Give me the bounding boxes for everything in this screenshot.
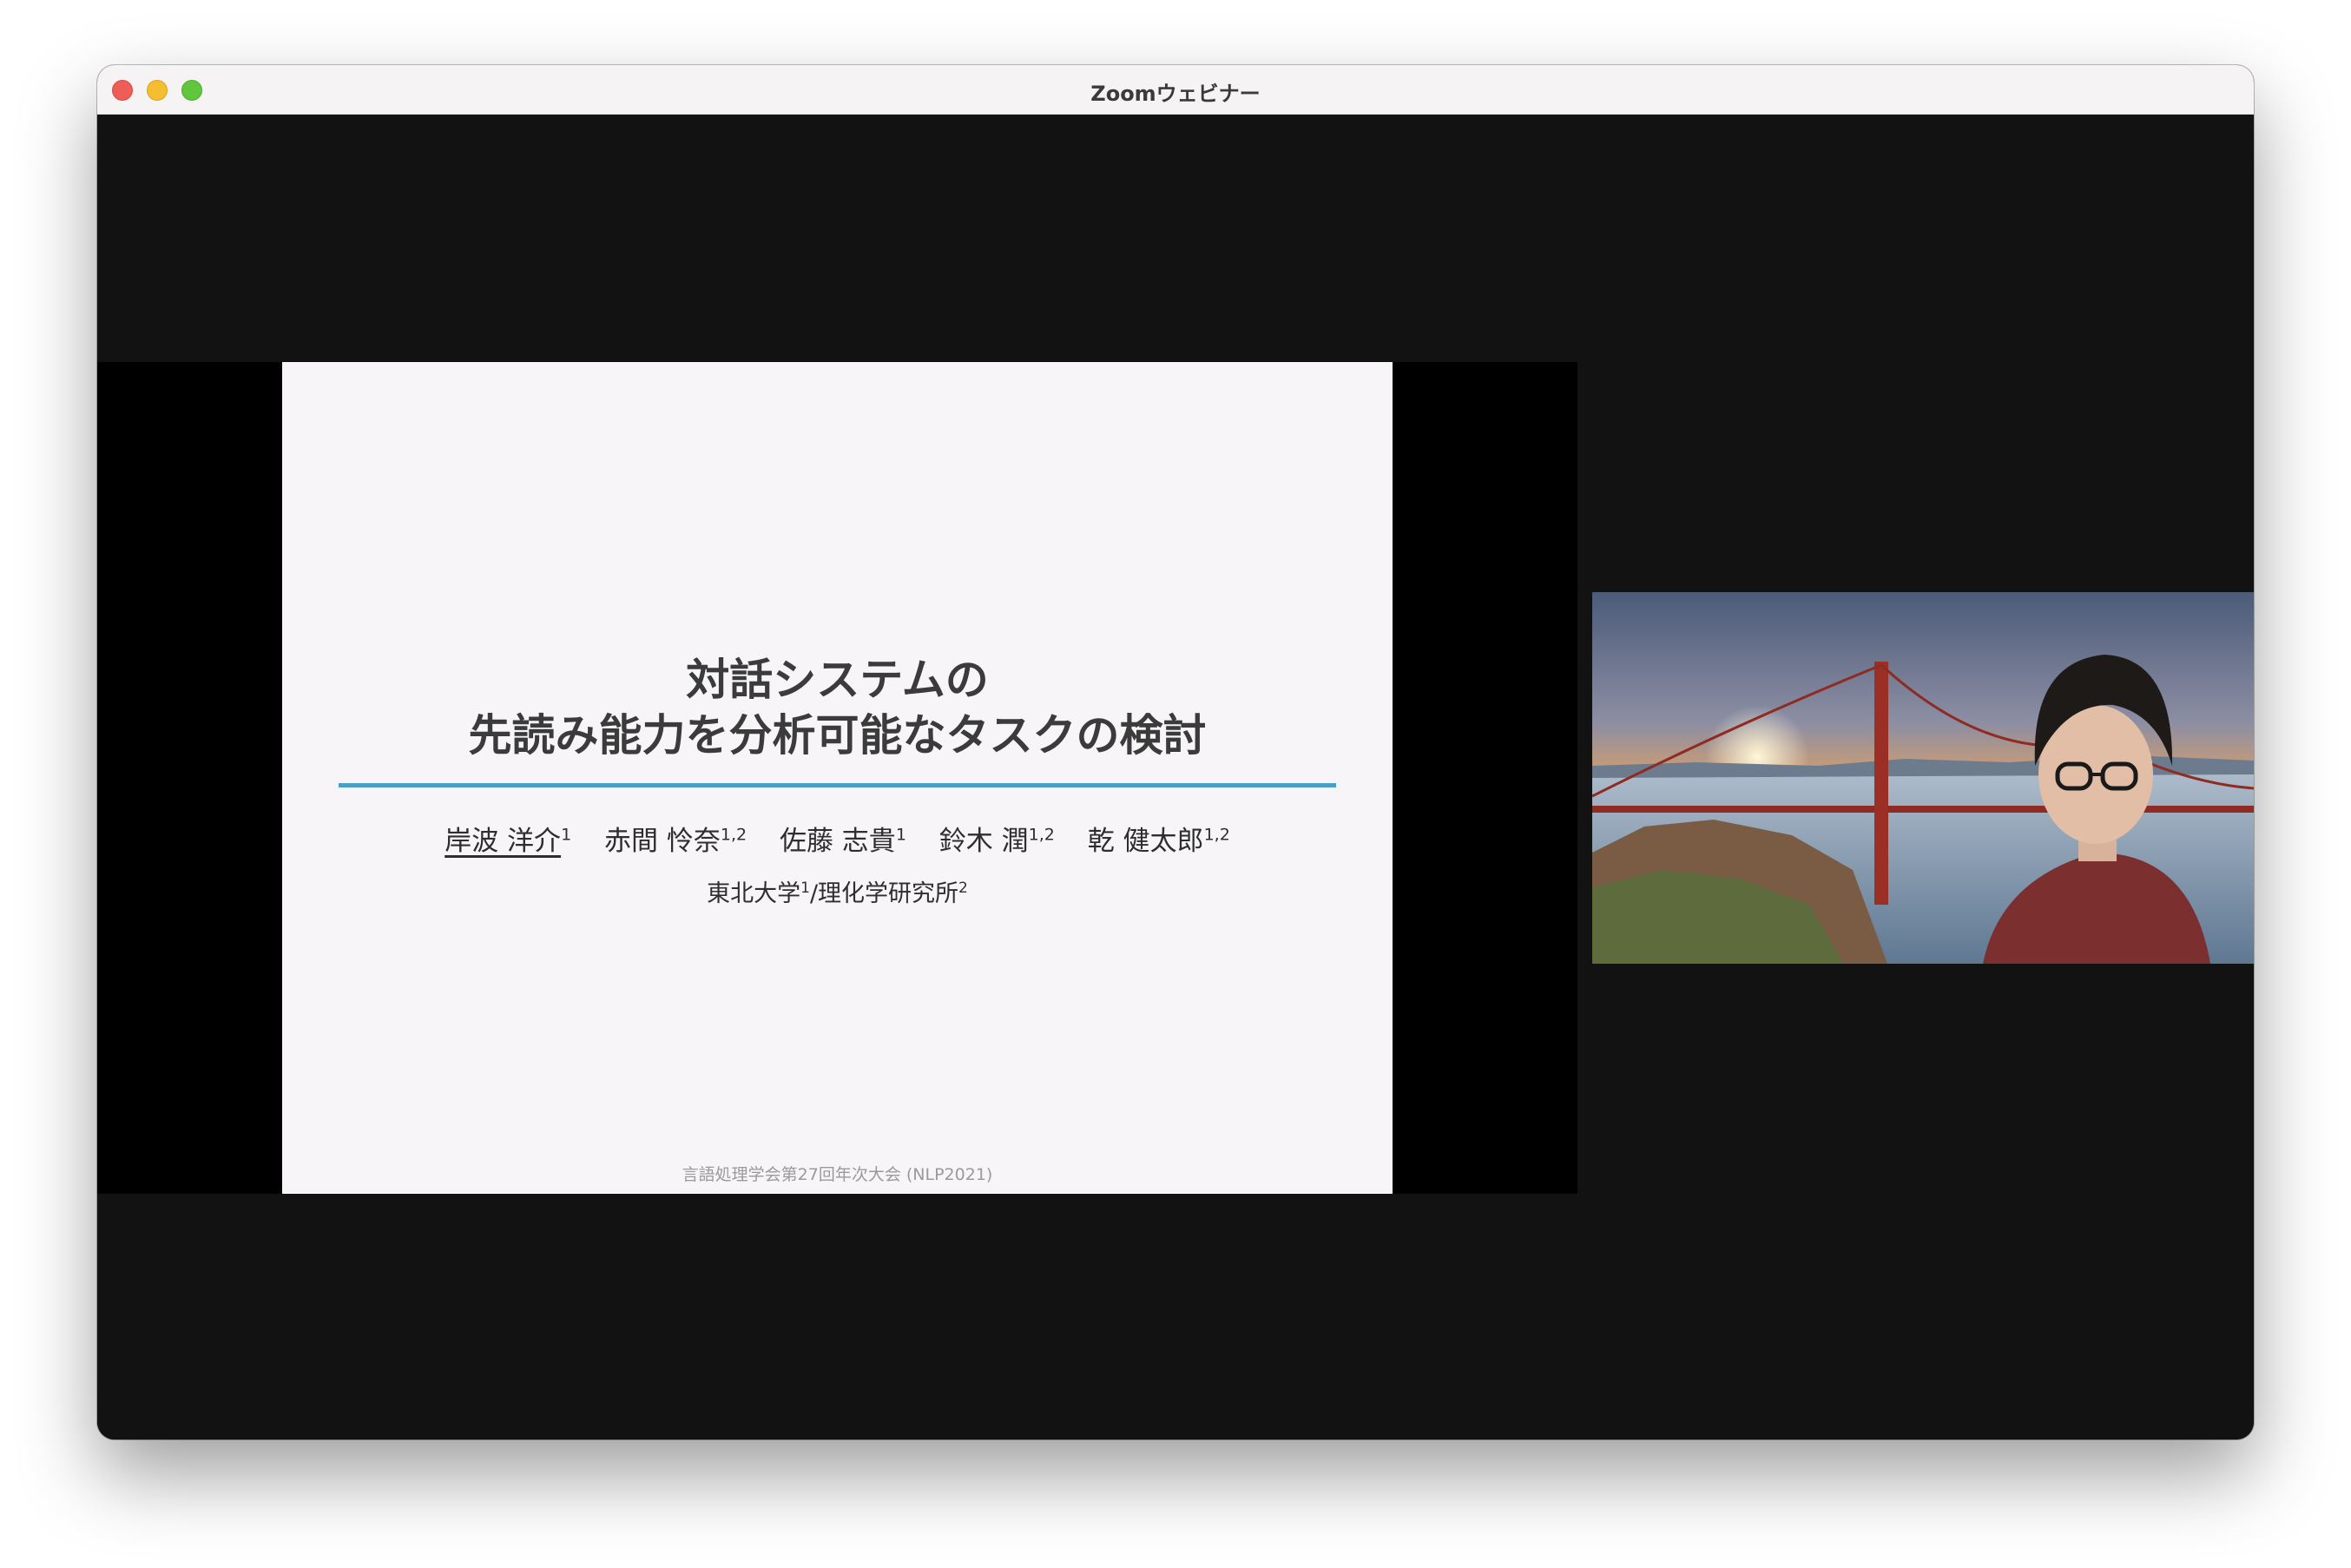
- author-affiliation-mark: 1,2: [1028, 825, 1055, 845]
- zoom-webinar-window: Zoomウェビナー 対話システムの 先読み能力を分析可能なタスクの検討 岸波 洋…: [97, 65, 2254, 1440]
- slide-title: 対話システムの 先読み能力を分析可能なタスクの検討: [282, 652, 1393, 763]
- author-affiliation-mark: 1: [895, 825, 906, 845]
- author-affiliation-mark: 1,2: [720, 825, 747, 845]
- author-name: 赤間 怜奈: [604, 826, 721, 857]
- author: 佐藤 志貴1: [780, 826, 906, 857]
- bridge-tower-left: [1874, 662, 1888, 905]
- author-name: 佐藤 志貴: [779, 826, 896, 857]
- slide-affiliations: 東北大学1/理化学研究所2: [282, 874, 1393, 908]
- speaker-video-feed: [1592, 592, 2254, 964]
- author-name: 乾 健太郎: [1087, 826, 1204, 857]
- author-affiliation-mark: 1,2: [1203, 825, 1230, 845]
- affiliation-name: 理化学研究所: [818, 880, 959, 907]
- author: 赤間 怜奈1,2: [604, 826, 747, 857]
- affiliation-mark: 2: [958, 880, 968, 897]
- slide-authors: 岸波 洋介1 赤間 怜奈1,2 佐藤 志貴1 鈴木 潤1,2 乾 健太郎1,2: [282, 819, 1393, 858]
- presentation-slide: 対話システムの 先読み能力を分析可能なタスクの検討 岸波 洋介1 赤間 怜奈1,…: [282, 362, 1393, 1194]
- affiliation-mark: 1: [800, 880, 810, 897]
- affiliation-separator: /: [809, 880, 819, 907]
- slide-title-divider: [339, 783, 1336, 787]
- author: 岸波 洋介1: [445, 826, 571, 857]
- screen-share-area: 対話システムの 先読み能力を分析可能なタスクの検討 岸波 洋介1 赤間 怜奈1,…: [97, 362, 1577, 1194]
- bridge-deck: [1592, 806, 2254, 813]
- speaker-video-tile[interactable]: [1592, 592, 2254, 964]
- window-title: Zoomウェビナー: [1090, 82, 1261, 106]
- meeting-content: 対話システムの 先読み能力を分析可能なタスクの検討 岸波 洋介1 赤間 怜奈1,…: [97, 115, 2254, 1440]
- slide-footer: 言語処理学会第27回年次大会 (NLP2021): [682, 1165, 993, 1184]
- author: 乾 健太郎1,2: [1088, 826, 1230, 857]
- author-name-presenter: 岸波 洋介: [445, 826, 562, 857]
- affiliation-name: 東北大学: [707, 880, 801, 907]
- author-name: 鈴木 潤: [938, 826, 1029, 857]
- title-bar[interactable]: Zoomウェビナー: [97, 65, 2254, 115]
- slide-title-line: 対話システムの: [686, 655, 989, 705]
- author: 鈴木 潤1,2: [939, 826, 1055, 857]
- author-affiliation-mark: 1: [561, 825, 572, 845]
- slide-title-line: 先読み能力を分析可能なタスクの検討: [468, 710, 1207, 761]
